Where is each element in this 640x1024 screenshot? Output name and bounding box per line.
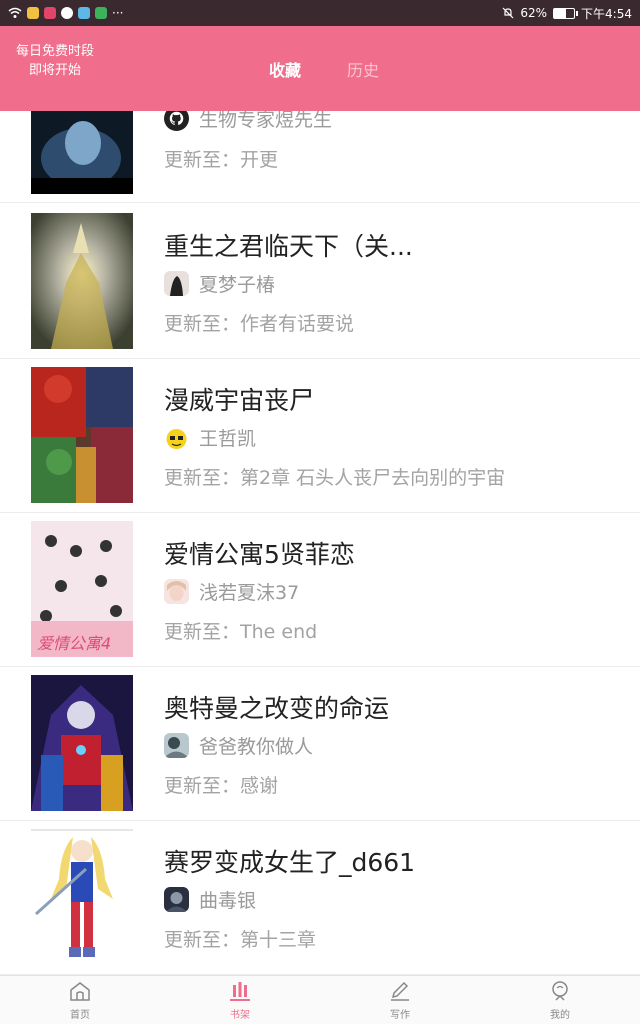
author-avatar-icon: [164, 579, 189, 604]
author-name: 曲毒银: [199, 890, 257, 912]
nav-home[interactable]: 首页: [0, 976, 160, 1024]
update-status: 更新至：第十三章: [164, 925, 316, 952]
author-name: 王哲凯: [199, 428, 257, 450]
shelf-tabs: 收藏 历史: [0, 26, 640, 111]
update-prefix: 更新至：: [164, 149, 241, 171]
status-icons-left: ···: [8, 6, 123, 20]
book-item[interactable]: 奥特曼之改变的命运 爸爸教你做人 更新至：感谢: [0, 667, 640, 821]
book-title: 奥特曼之改变的命运: [164, 694, 390, 723]
more-notifications-icon: ···: [112, 6, 124, 20]
latest-chapter: 开更: [240, 149, 279, 171]
app-notification-icon: [95, 7, 107, 19]
book-cover: [31, 367, 133, 503]
book-cover: [31, 829, 133, 965]
bookshelf-list: 生物专家煜先生 更新至：开更 重生之君临天下（关... 夏梦子椿 更新至：作者有…: [0, 111, 640, 975]
clock: 下午4:54: [581, 6, 632, 21]
author-name: 生物专家煜先生: [199, 111, 333, 131]
status-bar: ··· 62% 下午4:54: [0, 0, 640, 26]
home-icon: [70, 982, 90, 1001]
nav-write-label: 写作: [390, 1010, 410, 1021]
bookshelf-icon: [230, 982, 250, 1001]
latest-chapter: 作者有话要说: [240, 313, 355, 335]
update-prefix: 更新至：: [164, 313, 241, 335]
app-notification-icon: [78, 7, 90, 19]
book-cover: 爱情公寓4: [31, 521, 133, 657]
nav-profile-label: 我的: [550, 1010, 570, 1021]
profile-icon: [552, 981, 568, 1001]
update-status: 更新至：开更: [164, 145, 278, 172]
update-prefix: 更新至：: [164, 621, 241, 643]
update-status: 更新至：感谢: [164, 771, 278, 798]
book-item[interactable]: 赛罗变成女生了_d661 曲毒银 更新至：第十三章: [0, 821, 640, 975]
nav-home-label: 首页: [70, 1010, 90, 1021]
book-cover: [31, 111, 133, 194]
author-name: 浅若夏沫37: [199, 582, 300, 604]
book-title: 爱情公寓5贤菲恋: [164, 540, 355, 569]
book-title: 漫威宇宙丧尸: [164, 386, 315, 415]
author-avatar-icon: [164, 425, 189, 450]
nav-bookshelf[interactable]: 书架: [160, 976, 320, 1024]
app-notification-icon: [44, 7, 56, 19]
author-avatar-icon: [164, 733, 189, 758]
bottom-navigation: 首页 书架 写作 我的: [0, 975, 640, 1024]
update-prefix: 更新至：: [164, 775, 241, 797]
nav-bookshelf-label: 书架: [230, 1010, 250, 1021]
mute-bell-icon: [502, 7, 514, 19]
latest-chapter: The end: [240, 621, 318, 643]
book-cover: [31, 675, 133, 811]
nav-profile[interactable]: 我的: [480, 976, 640, 1024]
book-cover: [31, 213, 133, 349]
book-item[interactable]: 漫威宇宙丧尸 王哲凯 更新至：第2章 石头人丧尸去向别的宇宙: [0, 359, 640, 513]
update-status: 更新至：作者有话要说: [164, 309, 354, 336]
latest-chapter: 第十三章: [240, 929, 317, 951]
update-prefix: 更新至：: [164, 929, 241, 951]
tab-favorites[interactable]: 收藏: [269, 57, 301, 81]
book-title: 赛罗变成女生了_d661: [164, 848, 416, 877]
author-avatar-icon: [164, 271, 189, 296]
book-title: 重生之君临天下（关...: [164, 232, 413, 261]
update-status: 更新至：第2章 石头人丧尸去向别的宇宙: [164, 463, 505, 490]
update-status: 更新至：The end: [164, 617, 317, 644]
battery-icon: [553, 7, 579, 19]
svg-text:爱情公寓4: 爱情公寓4: [37, 634, 111, 653]
nav-write[interactable]: 写作: [320, 976, 480, 1024]
app-header: 每日免费时段 即将开始 收藏 历史: [0, 26, 640, 111]
book-item[interactable]: 爱情公寓4 爱情公寓5贤菲恋 浅若夏沫37 更新至：The end: [0, 513, 640, 667]
tab-history[interactable]: 历史: [347, 57, 379, 81]
app-notification-icon: [61, 7, 73, 19]
wifi-icon: [8, 7, 22, 18]
author-name: 夏梦子椿: [199, 274, 276, 296]
book-item[interactable]: 重生之君临天下（关... 夏梦子椿 更新至：作者有话要说: [0, 205, 640, 359]
battery-percent: 62%: [520, 6, 548, 20]
github-icon: [164, 111, 189, 131]
author-avatar-icon: [164, 887, 189, 912]
author-name: 爸爸教你做人: [199, 736, 314, 758]
book-item[interactable]: 生物专家煜先生 更新至：开更: [0, 111, 640, 203]
pen-icon: [391, 981, 409, 1001]
latest-chapter: 感谢: [240, 775, 279, 797]
update-prefix: 更新至：: [164, 467, 241, 489]
latest-chapter: 第2章 石头人丧尸去向别的宇宙: [240, 467, 506, 489]
app-notification-icon: [27, 7, 39, 19]
